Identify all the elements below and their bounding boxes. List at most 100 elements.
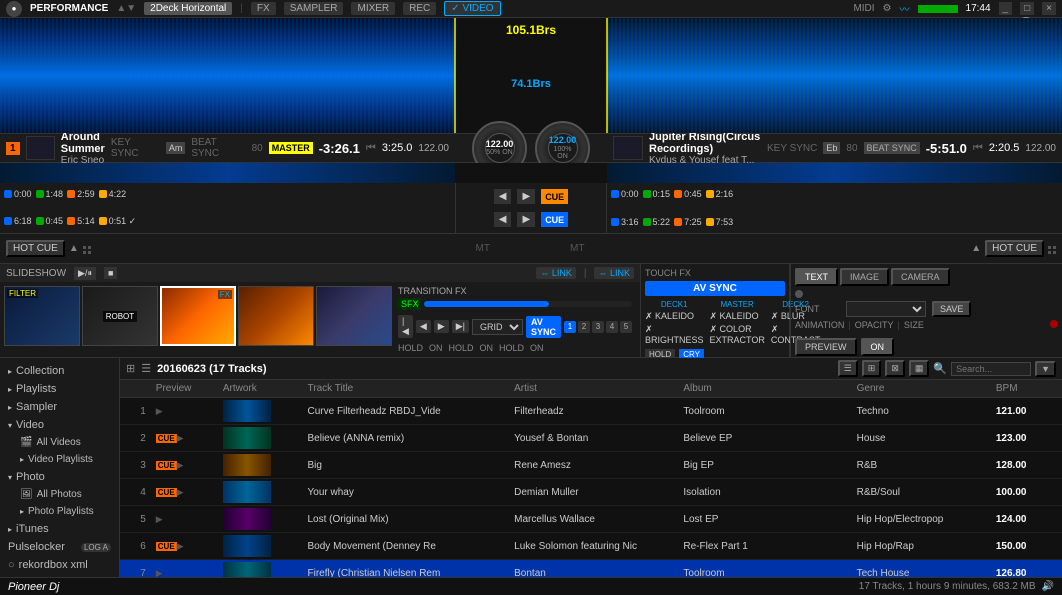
- save-btn[interactable]: SAVE: [932, 301, 971, 317]
- rec-tab[interactable]: REC: [403, 2, 436, 15]
- master-fx-kaleido[interactable]: ✗ KALEIDO: [710, 311, 765, 322]
- browse-icon-1[interactable]: ⊞: [126, 362, 135, 375]
- video-thumb-5[interactable]: [316, 286, 392, 346]
- sidebar-item-video-playlists[interactable]: ▸ Video Playlists: [0, 451, 119, 468]
- av-sync-btn-2[interactable]: AV SYNC: [526, 316, 561, 338]
- deck1-hot-cue-btn[interactable]: HOT CUE: [6, 240, 65, 257]
- deck2-cue-4[interactable]: 2:16: [706, 187, 734, 202]
- deck2-hot-cue-btn[interactable]: HOT CUE: [985, 240, 1044, 257]
- font-select[interactable]: [846, 301, 926, 317]
- deck1-prev-btn[interactable]: ◀: [494, 189, 512, 204]
- deck1-cue-7[interactable]: 5:14: [67, 214, 95, 229]
- deck1-next-btn[interactable]: ▶: [517, 189, 535, 204]
- av-sync-big[interactable]: AV SYNC: [645, 281, 785, 296]
- table-row[interactable]: 5 ▶ Lost (Original Mix) Marcellus Wallac…: [120, 506, 1062, 533]
- trans-prev-btn[interactable]: ◀: [416, 320, 431, 333]
- video-thumb-3[interactable]: FX: [160, 286, 236, 346]
- sampler-tab[interactable]: SAMPLER: [284, 2, 344, 15]
- deck2-platter-bpm: 122.00: [549, 136, 577, 146]
- fav-dot-3[interactable]: 3: [592, 321, 604, 333]
- col-genre[interactable]: Genre: [851, 380, 990, 398]
- trans-play-btn[interactable]: ▶: [434, 320, 449, 333]
- deck1-fx-brightness[interactable]: ✗ BRIGHTNESS: [645, 324, 704, 345]
- settings-icon[interactable]: ⚙: [883, 3, 892, 14]
- deck1-cue-3[interactable]: 2:59: [67, 187, 95, 201]
- more-btn[interactable]: ▼: [1035, 361, 1056, 377]
- deck1-cue-8[interactable]: 0:51 ✓: [99, 214, 137, 229]
- sidebar-item-playlists[interactable]: ▸ Playlists: [0, 380, 119, 398]
- table-row[interactable]: 1 ▶ Curve Filterheadz RBDJ_Vide Filterhe…: [120, 398, 1062, 425]
- sidebar-item-all-photos[interactable]: 🖼 All Photos: [0, 486, 119, 503]
- video-thumb-4[interactable]: [238, 286, 314, 346]
- deck2-cue-btn[interactable]: CUE: [541, 212, 568, 227]
- col-artist[interactable]: Artist: [508, 380, 677, 398]
- table-row[interactable]: 6 CUE▶ Body Movement (Denney Re Luke Sol…: [120, 533, 1062, 560]
- fav-dot-2[interactable]: 2: [578, 321, 590, 333]
- grid-view-btn[interactable]: ⊞: [862, 360, 882, 377]
- sidebar-item-sampler[interactable]: ▸ Sampler: [0, 398, 119, 416]
- sidebar-item-itunes[interactable]: ▸ iTunes: [0, 520, 119, 538]
- grid-select[interactable]: GRID: [472, 319, 523, 335]
- search-input[interactable]: [951, 362, 1031, 376]
- tab-text[interactable]: TEXT: [795, 268, 838, 286]
- col-album[interactable]: Album: [677, 380, 850, 398]
- video-thumb-1[interactable]: FILTER: [4, 286, 80, 346]
- browse-icon-2[interactable]: ☰: [141, 362, 151, 375]
- deck1-cue-4[interactable]: 4:22: [99, 187, 127, 201]
- master-fx-color[interactable]: ✗ COLOR EXTRACTOR: [710, 324, 765, 345]
- deck1-cue-1[interactable]: 0:00: [4, 187, 32, 201]
- video-thumb-2[interactable]: ROBOT: [82, 286, 158, 346]
- tab-image[interactable]: IMAGE: [840, 268, 889, 286]
- sort-btn[interactable]: ⊠: [885, 360, 905, 377]
- deck1-cue-btn[interactable]: CUE: [541, 189, 568, 204]
- preview-btn[interactable]: PREVIEW: [795, 338, 857, 356]
- deck2-next-btn[interactable]: ▶: [517, 212, 535, 227]
- deck1-cue-2[interactable]: 1:48: [36, 187, 64, 201]
- table-row[interactable]: 4 CUE▶ Your whay Demian Muller Isolation…: [120, 479, 1062, 506]
- fav-dot-4[interactable]: 4: [606, 321, 618, 333]
- deck2-cue-3[interactable]: 0:45: [674, 187, 702, 202]
- link-btn-2[interactable]: ⇔ LINK: [594, 267, 634, 279]
- col-title[interactable]: Track Title: [302, 380, 509, 398]
- table-row[interactable]: 3 CUE▶ Big Rene Amesz Big EP R&B 128.00: [120, 452, 1062, 479]
- sidebar-item-photo-playlists[interactable]: ▸ Photo Playlists: [0, 503, 119, 520]
- sidebar-item-video[interactable]: ▾ Video: [0, 416, 119, 434]
- deck1-info: 1 Around Summer Eric Sneo KEY SYNC Am BE…: [0, 131, 455, 166]
- sidebar-item-rekordbox-xml[interactable]: ○ rekordbox xml: [0, 556, 119, 574]
- trans-back-btn[interactable]: |◀: [398, 315, 413, 338]
- deck2-cue-7[interactable]: 7:25: [674, 214, 702, 229]
- trans-next-btn[interactable]: ▶|: [452, 320, 469, 333]
- on-btn[interactable]: ON: [861, 338, 895, 356]
- deck2-cue-8[interactable]: 7:53: [706, 214, 734, 229]
- sidebar-item-pulselocker[interactable]: Pulselocker LOG A: [0, 538, 119, 556]
- link-btn-1[interactable]: ⇔ LINK: [536, 267, 576, 279]
- video-tab[interactable]: ✓ VIDEO: [444, 1, 500, 16]
- deck1-cue-6[interactable]: 0:45: [36, 214, 64, 229]
- col-bpm[interactable]: BPM: [990, 380, 1050, 398]
- col-artwork[interactable]: Artwork: [217, 380, 302, 398]
- layout-tab[interactable]: 2Deck Horizontal: [144, 2, 232, 15]
- fav-dot-1[interactable]: 1: [564, 321, 576, 333]
- sidebar-item-photo[interactable]: ▾ Photo: [0, 468, 119, 486]
- filter-view-btn[interactable]: ▦: [909, 360, 930, 377]
- play-btn[interactable]: ▶/⏸: [74, 267, 96, 280]
- fx-tab[interactable]: FX: [251, 2, 276, 15]
- list-view-btn[interactable]: ☰: [838, 360, 858, 377]
- deck1-fx-kaleido[interactable]: ✗ KALEIDO: [645, 311, 704, 322]
- sidebar-item-collection[interactable]: ▸ Collection: [0, 362, 119, 380]
- deck2-cue-2[interactable]: 0:15: [643, 187, 671, 202]
- fav-dot-5[interactable]: 5: [620, 321, 632, 333]
- deck2-prev-btn[interactable]: ◀: [494, 212, 512, 227]
- deck1-cue-5[interactable]: 6:18: [4, 214, 32, 229]
- deck2-cue-1[interactable]: 0:00: [611, 187, 639, 202]
- deck2-cue-6[interactable]: 5:22: [643, 214, 671, 229]
- table-row[interactable]: 2 CUE▶ Believe (ANNA remix) Yousef & Bon…: [120, 425, 1062, 452]
- sidebar-item-all-videos[interactable]: 🎬 All Videos: [0, 434, 119, 451]
- mixer-tab[interactable]: MIXER: [351, 2, 395, 15]
- stop-btn[interactable]: ■: [104, 267, 117, 279]
- close-btn[interactable]: ×: [1042, 2, 1056, 15]
- tab-camera[interactable]: CAMERA: [891, 268, 950, 286]
- col-preview[interactable]: Preview: [150, 380, 217, 398]
- table-row[interactable]: 7 ▶ Firefly (Christian Nielsen Rem Bonta…: [120, 560, 1062, 578]
- deck2-cue-5[interactable]: 3:16: [611, 214, 639, 229]
